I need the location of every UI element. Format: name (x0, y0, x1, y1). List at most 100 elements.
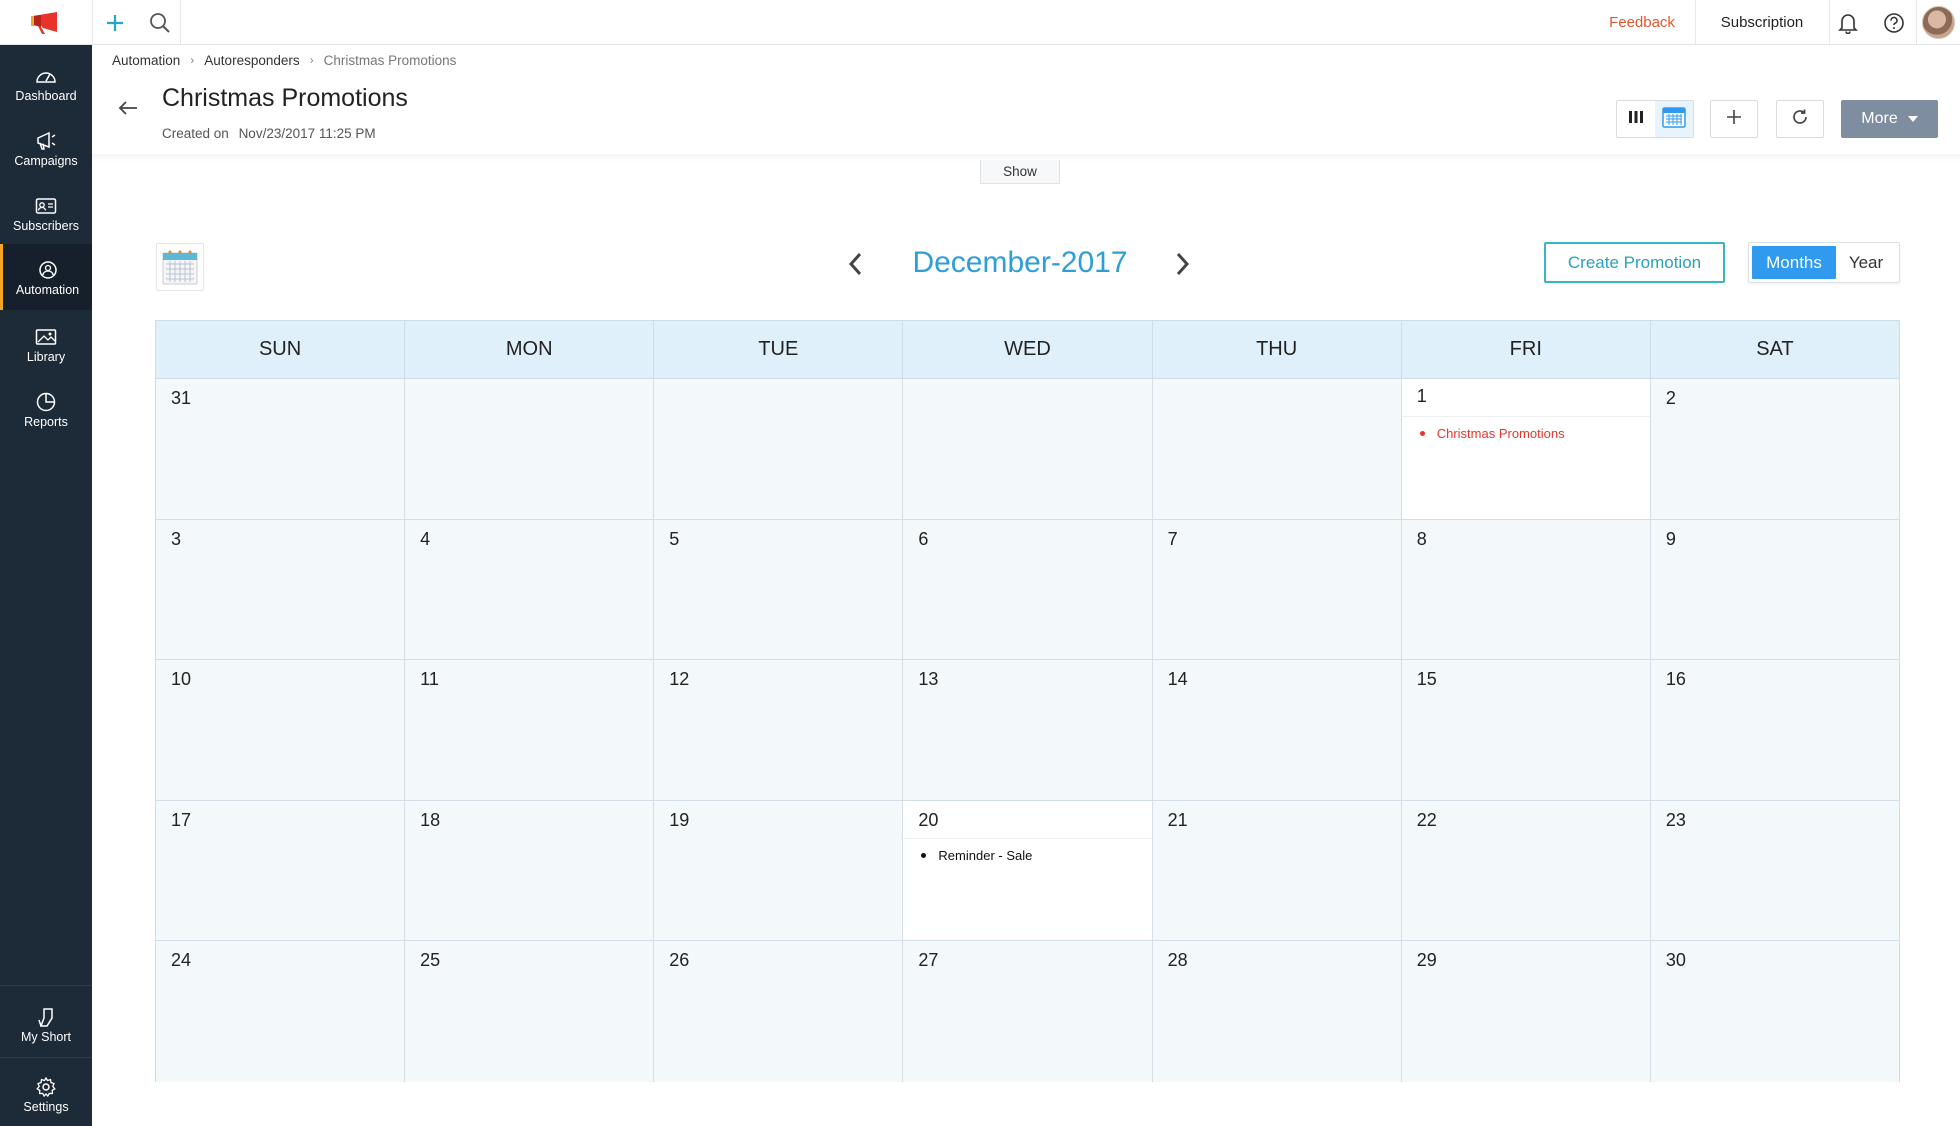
bell-icon[interactable] (1832, 8, 1864, 38)
view-toggle (1616, 100, 1694, 138)
calendar-day-cell[interactable]: 3 (156, 519, 406, 660)
calendar-day-cell[interactable]: 5 (654, 519, 904, 660)
calendar-week: 31 1 Christmas Promotions 2 (156, 379, 1899, 520)
day-number: 10 (171, 669, 192, 690)
calendar-day-cell[interactable]: 11 (405, 660, 655, 800)
refresh-button[interactable] (1776, 100, 1824, 138)
divider (1829, 0, 1830, 45)
shortcut-icon (36, 1004, 56, 1030)
calendar-day-cell[interactable]: 2 (1650, 379, 1899, 519)
mini-calendar-icon[interactable] (156, 243, 204, 291)
calendar-day-cell[interactable]: 14 (1152, 660, 1402, 800)
calendar-event[interactable]: Christmas Promotions (1419, 426, 1565, 441)
calendar-event[interactable]: Reminder - Sale (921, 848, 1032, 863)
sidebar-item-reports[interactable]: Reports (0, 377, 92, 441)
calendar-day-cell[interactable]: 22 (1401, 800, 1651, 941)
help-icon[interactable] (1878, 8, 1910, 38)
calendar-day-cell[interactable]: 16 (1650, 660, 1899, 800)
breadcrumb-autoresponders[interactable]: Autoresponders (204, 53, 299, 68)
calendar-day-cell[interactable]: 23 (1650, 800, 1899, 941)
pie-chart-icon (35, 389, 57, 415)
sidebar-item-automation[interactable]: Automation (0, 244, 92, 310)
day-number: 21 (1167, 809, 1188, 830)
calendar-week: 10 11 12 13 14 15 16 (156, 660, 1899, 801)
calendar-day-cell[interactable]: 7 (1152, 519, 1402, 660)
sidebar-item-campaigns[interactable]: Campaigns (0, 116, 92, 180)
calendar-day-cell[interactable]: 15 (1401, 660, 1651, 800)
calendar-day-cell[interactable]: 4 (405, 519, 655, 660)
day-number: 12 (669, 669, 690, 690)
day-number: 8 (1416, 528, 1427, 549)
calendar-day-cell[interactable]: 9 (1650, 519, 1899, 660)
subscription-link[interactable]: Subscription (1697, 0, 1827, 45)
calendar-day-cell[interactable]: 27 (903, 941, 1153, 1082)
caret-down-icon (1907, 116, 1918, 122)
calendar-day-cell[interactable]: 6 (903, 519, 1153, 660)
sidebar-item-dashboard[interactable]: Dashboard (0, 51, 92, 115)
weekday-label: THU (1153, 321, 1402, 378)
chevron-right-icon: › (190, 53, 195, 67)
show-toggle[interactable]: Show (980, 160, 1060, 184)
calendar-day-cell[interactable]: 13 (903, 660, 1153, 800)
feedback-link[interactable]: Feedback (1590, 0, 1694, 45)
year-tab[interactable]: Year (1836, 246, 1896, 279)
calendar-day-cell[interactable]: 20 Reminder - Sale (903, 800, 1153, 941)
months-tab[interactable]: Months (1752, 246, 1836, 279)
calendar-day-cell[interactable]: 31 (156, 379, 406, 519)
chevron-left-icon (847, 251, 863, 282)
day-number: 7 (1167, 528, 1178, 549)
calendar-day-cell[interactable]: 10 (156, 660, 406, 800)
calendar-day-cell[interactable]: 21 (1152, 800, 1402, 941)
calendar-day-cell[interactable]: 12 (654, 660, 904, 800)
day-number: 27 (918, 950, 939, 971)
calendar-day-cell[interactable]: 26 (654, 941, 904, 1082)
day-number: 26 (669, 950, 690, 971)
calendar-day-cell[interactable]: 17 (156, 800, 406, 941)
app-logo-icon[interactable] (0, 0, 92, 45)
calendar-view-button[interactable] (1655, 101, 1693, 137)
calendar-day-cell[interactable] (1152, 379, 1402, 519)
top-bar: Feedback Subscription (0, 0, 1960, 45)
sidebar-item-subscribers[interactable]: Subscribers (0, 181, 92, 245)
divider (1916, 0, 1917, 45)
day-number: 29 (1416, 950, 1437, 971)
calendar-day-cell[interactable]: 29 (1401, 941, 1651, 1082)
sidebar-item-my-short[interactable]: My Short (0, 992, 92, 1056)
sidebar-item-library[interactable]: Library (0, 312, 92, 376)
day-number: 6 (918, 528, 929, 549)
add-icon[interactable] (100, 8, 130, 38)
sidebar-item-label: Subscribers (13, 219, 79, 233)
calendar-day-cell[interactable] (903, 379, 1153, 519)
column-view-button[interactable] (1617, 101, 1655, 137)
calendar-day-cell[interactable]: 18 (405, 800, 655, 941)
calendar-day-cell[interactable] (654, 379, 904, 519)
calendar-day-cell[interactable] (405, 379, 655, 519)
breadcrumb-automation[interactable]: Automation (112, 53, 180, 68)
calendar-week: 17 18 19 20 Reminder - Sale 21 22 23 (156, 800, 1899, 942)
search-icon[interactable] (144, 8, 176, 38)
calendar-day-cell[interactable]: 30 (1650, 941, 1899, 1082)
avatar[interactable] (1922, 6, 1955, 39)
calendar-day-cell[interactable]: 28 (1152, 941, 1402, 1082)
sidebar-item-label: Automation (15, 283, 80, 297)
month-title: December-2017 (912, 246, 1128, 279)
sidebar-item-settings[interactable]: Settings (0, 1062, 92, 1126)
prev-month-button[interactable] (840, 248, 870, 284)
calendar-day-cell[interactable]: 8 (1401, 519, 1651, 660)
day-number: 5 (669, 528, 680, 549)
create-promotion-button[interactable]: Create Promotion (1544, 242, 1725, 283)
divider (903, 837, 1152, 839)
next-month-button[interactable] (1168, 248, 1198, 284)
range-toggle: Months Year (1748, 242, 1900, 283)
more-button[interactable]: More (1841, 100, 1938, 138)
calendar-day-cell[interactable]: 25 (405, 941, 655, 1082)
add-button[interactable] (1710, 100, 1758, 138)
divider (1695, 0, 1696, 45)
back-arrow-icon[interactable] (114, 96, 142, 120)
weekday-label: SUN (156, 321, 406, 378)
day-number: 14 (1167, 669, 1188, 690)
day-number: 11 (420, 669, 439, 690)
calendar-day-cell[interactable]: 19 (654, 800, 904, 941)
calendar-day-cell[interactable]: 24 (156, 941, 406, 1082)
calendar-day-cell[interactable]: 1 Christmas Promotions (1401, 379, 1651, 519)
